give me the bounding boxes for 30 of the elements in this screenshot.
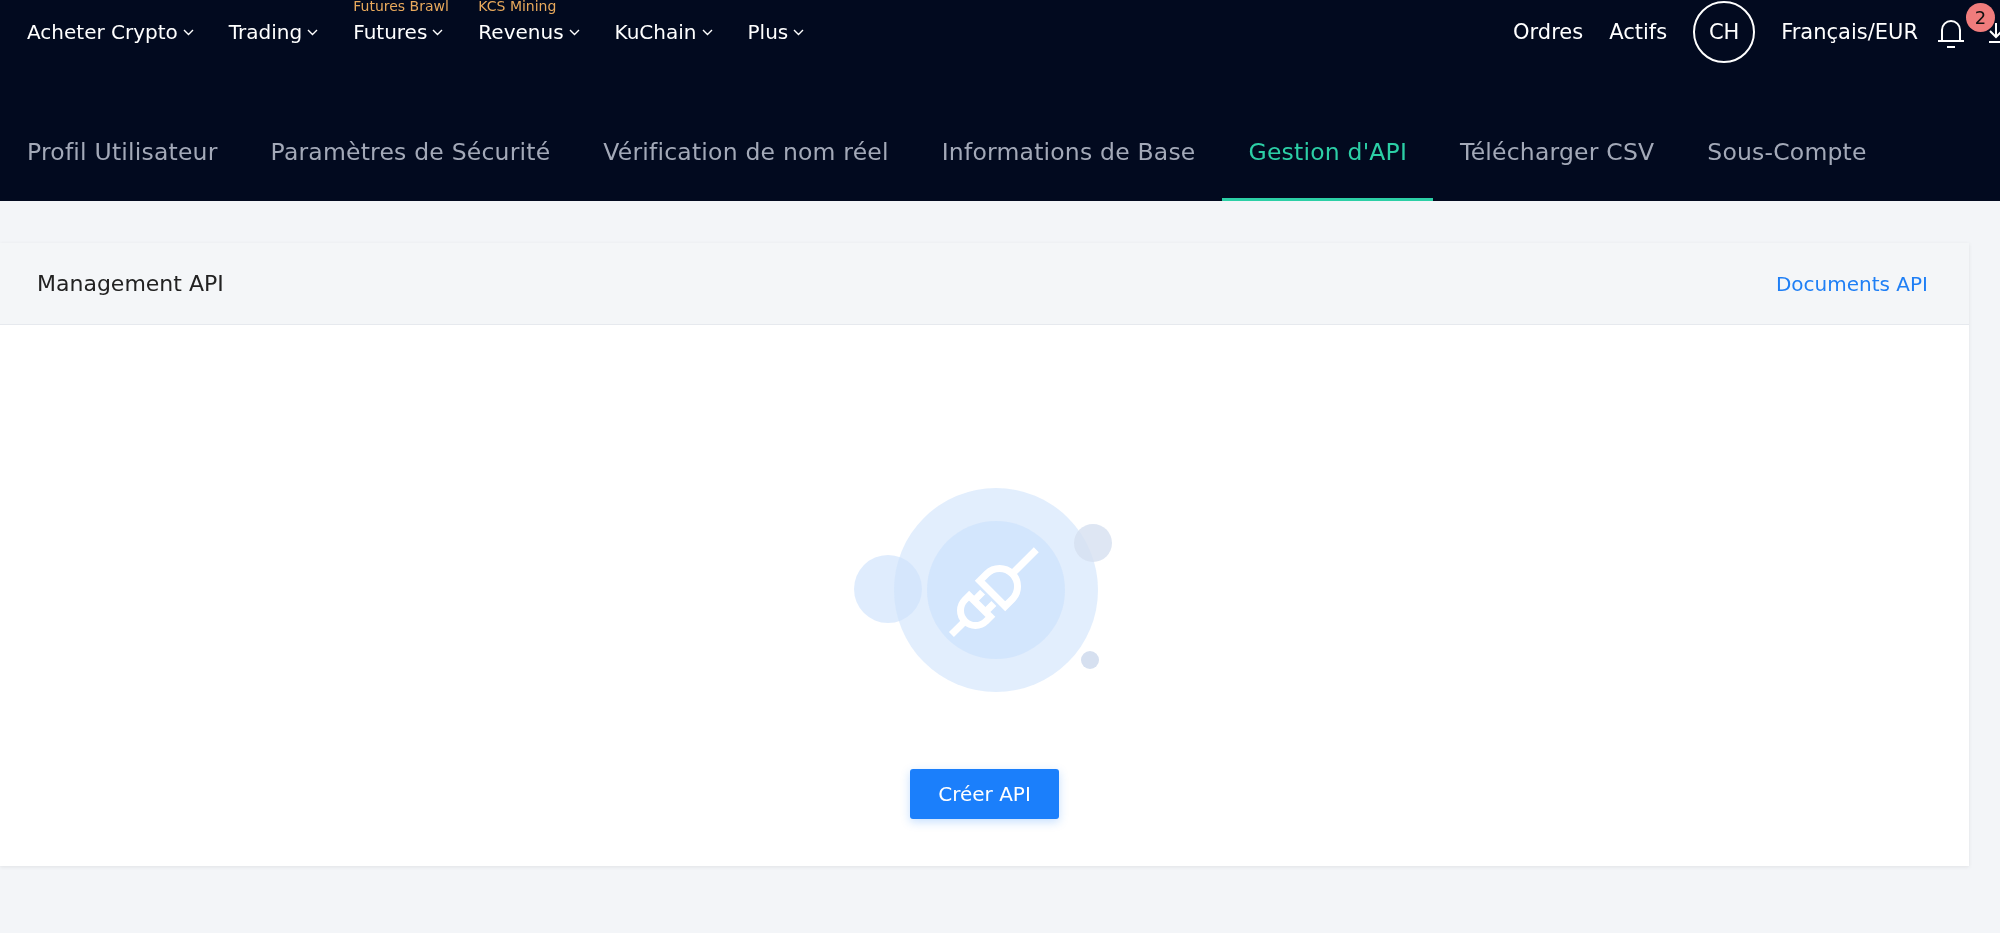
card-title: Management API <box>37 271 224 296</box>
nav-menu-item[interactable]: Acheter Crypto <box>27 20 194 44</box>
caret-icon <box>307 28 319 36</box>
settings-tab[interactable]: Informations de Base <box>914 106 1222 201</box>
download-icon[interactable] <box>1988 22 2000 44</box>
caret-icon <box>701 28 713 36</box>
caret-icon <box>432 28 444 36</box>
settings-tab[interactable]: Télécharger CSV <box>1433 106 1681 201</box>
caret-icon <box>568 28 580 36</box>
language-selector[interactable]: Français/EUR <box>1781 20 1918 44</box>
settings-tab[interactable]: Sous-Compte <box>1680 106 1893 201</box>
create-api-button[interactable]: Créer API <box>910 769 1059 819</box>
nav-menu-item[interactable]: Revenus <box>478 20 580 44</box>
notification-badge: 2 <box>1966 3 1995 32</box>
caret-icon <box>182 28 194 36</box>
settings-tab[interactable]: Vérification de nom réel <box>576 106 915 201</box>
nav-link[interactable]: Ordres <box>1513 20 1584 44</box>
user-avatar[interactable]: CH <box>1693 1 1756 63</box>
nav-tag: KCS Mining <box>478 0 557 14</box>
caret-icon <box>793 28 805 36</box>
nav-link[interactable]: Actifs <box>1609 20 1668 44</box>
nav-menu-item[interactable]: Futures <box>353 20 444 44</box>
nav-menu-item[interactable]: KuChain <box>614 20 713 44</box>
settings-tab[interactable]: Gestion d'API <box>1221 106 1434 201</box>
settings-tab[interactable]: Paramètres de Sécurité <box>243 106 577 201</box>
nav-menu-item[interactable]: Plus <box>747 20 805 44</box>
nav-tag: Futures Brawl <box>353 0 449 14</box>
settings-tab[interactable]: Profil Utilisateur <box>0 106 244 201</box>
nav-menu-item[interactable]: Trading <box>228 20 319 44</box>
api-docs-link[interactable]: Documents API <box>1775 271 1928 296</box>
